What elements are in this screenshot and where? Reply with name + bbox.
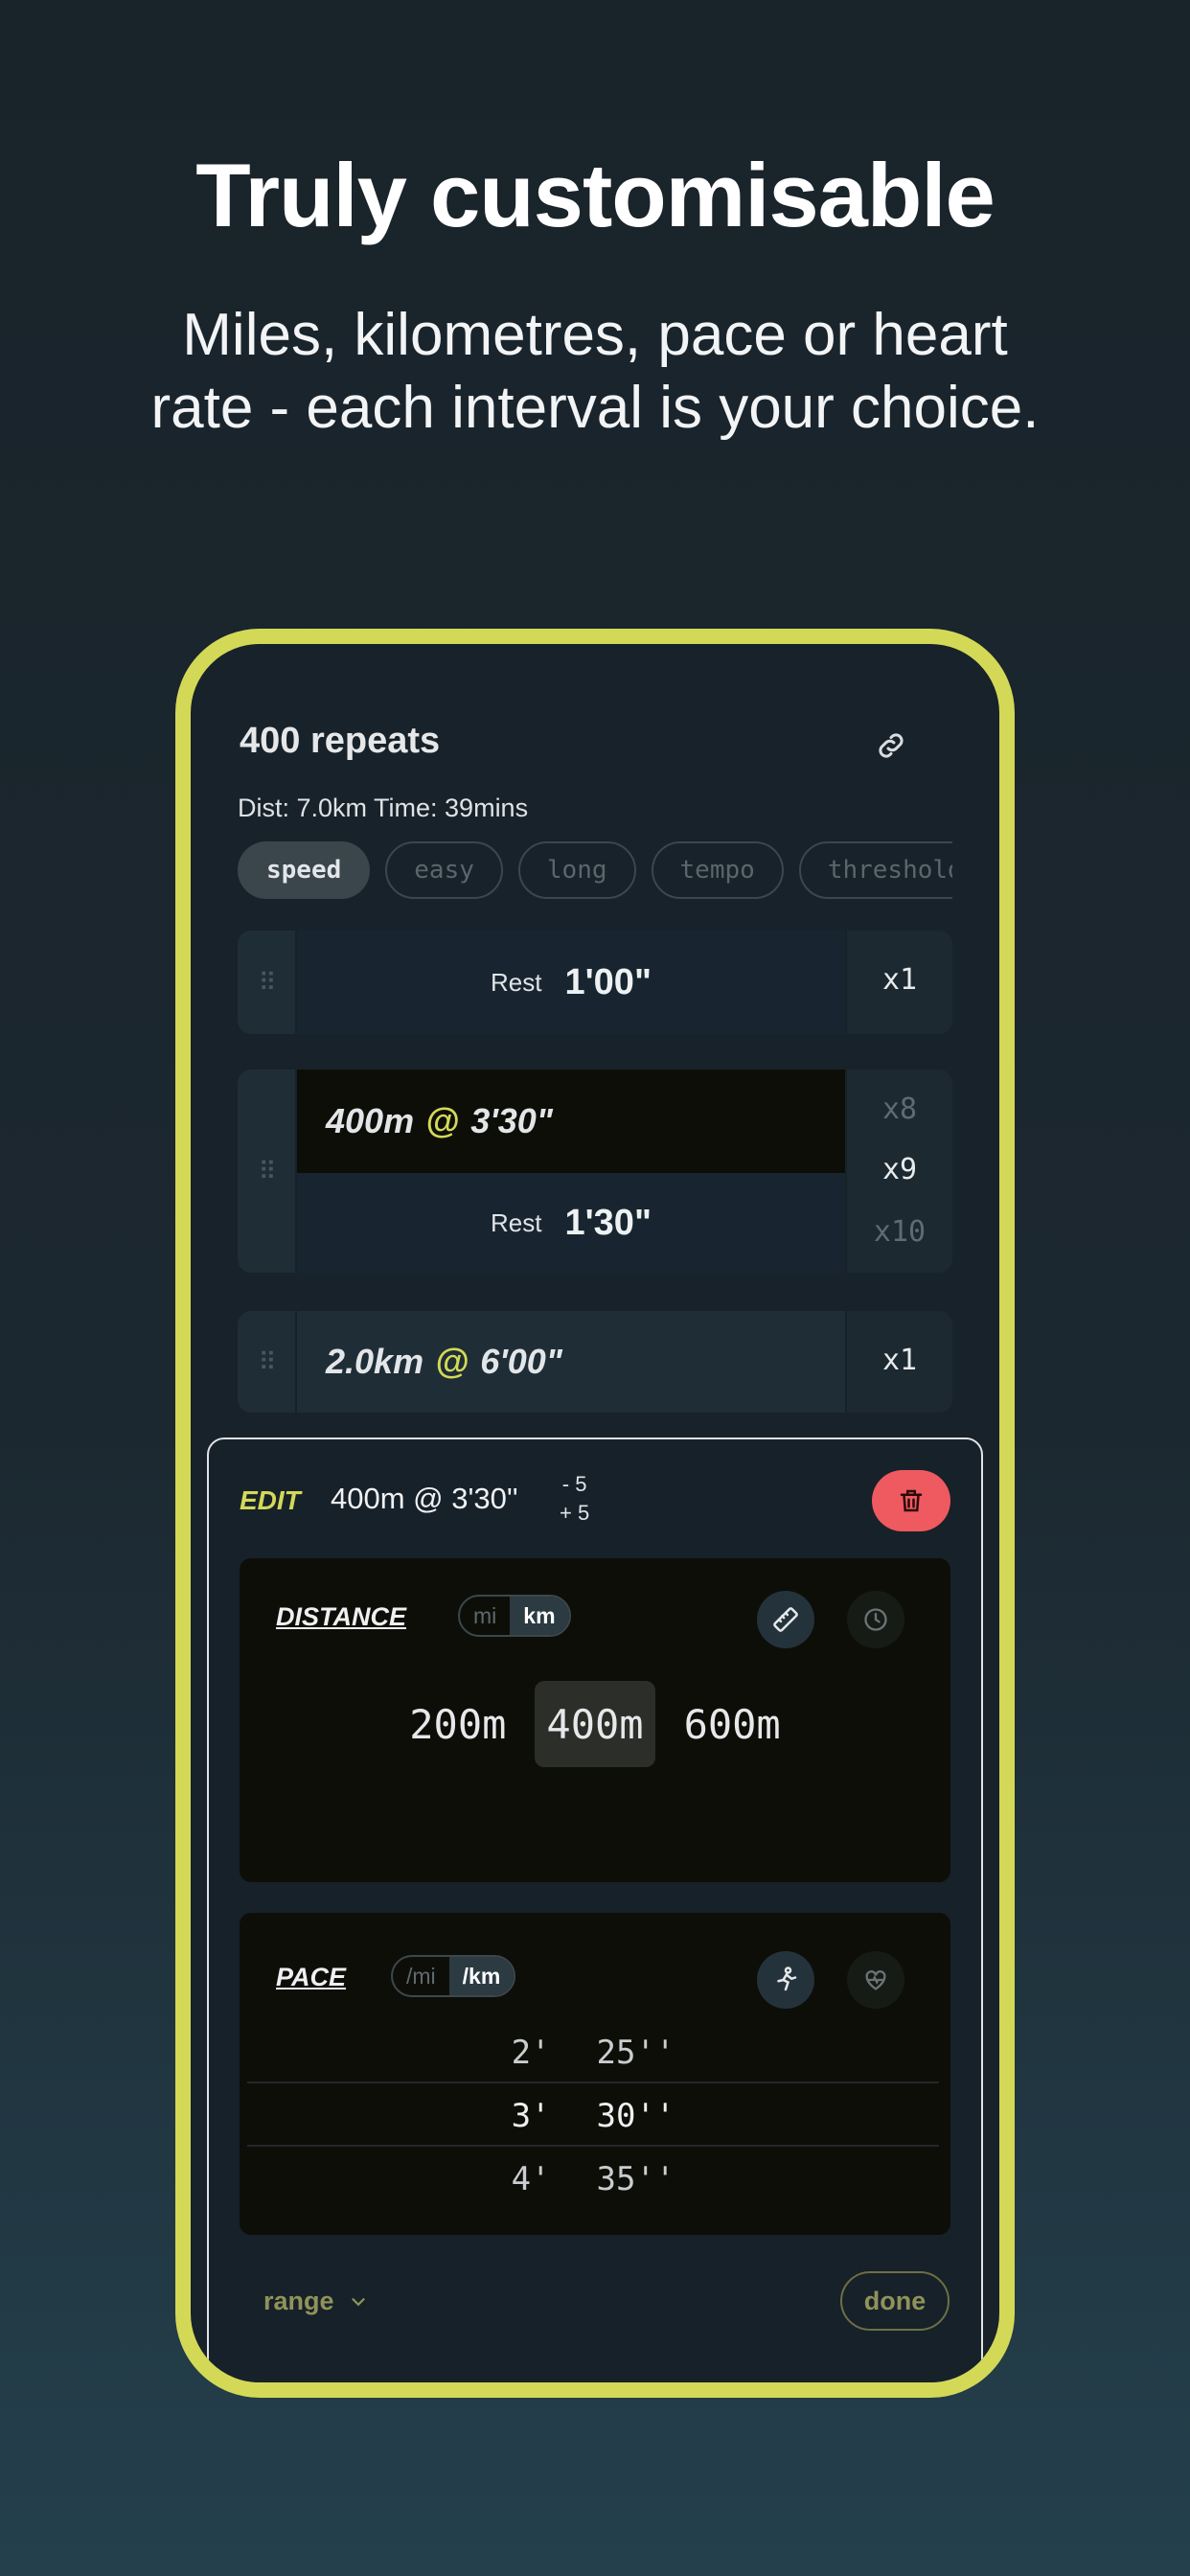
rest-label: Rest: [491, 967, 542, 997]
headline: Truly customisable: [195, 145, 995, 245]
subheadline-line-1: Miles, kilometres, pace or heart: [182, 302, 1008, 368]
step-card-interval[interactable]: ⠿ 2.0km @ 6'00" x1: [238, 1311, 952, 1413]
interval-distance: 2.0km: [326, 1342, 424, 1381]
delete-button[interactable]: [872, 1470, 950, 1531]
unit-per-km[interactable]: /km: [448, 1957, 515, 1995]
rest-value: 1'00": [564, 961, 652, 1002]
range-dropdown[interactable]: range: [263, 2287, 369, 2316]
done-button[interactable]: done: [840, 2271, 950, 2331]
pace-option[interactable]: 4' 35'': [247, 2149, 939, 2210]
tag-easy[interactable]: easy: [385, 841, 503, 899]
multiplier-picker[interactable]: x8 x9 x10: [845, 1070, 952, 1273]
chevron-down-icon: [351, 2297, 365, 2306]
distance-option-selected[interactable]: 400m: [535, 1681, 655, 1767]
pace-option[interactable]: 2' 25'': [247, 2022, 939, 2083]
at-symbol: @: [425, 1101, 460, 1140]
phone-frame: 400 repeats Dist: 7.0km Time: 39mins spe…: [175, 629, 1015, 2398]
distance-unit-toggle[interactable]: mi km: [458, 1595, 571, 1637]
pace-option-selected[interactable]: 3' 30'': [247, 2085, 939, 2147]
distance-label: DISTANCE: [276, 1602, 407, 1631]
rest-row: Rest 1'00": [297, 931, 845, 1034]
tag-tempo[interactable]: tempo: [651, 841, 784, 899]
clock-icon[interactable]: [847, 1591, 904, 1648]
rest-value: 1'30": [564, 1202, 652, 1243]
multiplier-picker[interactable]: x1: [845, 1311, 952, 1413]
drag-handle-icon[interactable]: ⠿: [238, 1070, 297, 1273]
heart-rate-icon[interactable]: [847, 1951, 904, 2009]
pace-seconds: 35'': [596, 2160, 675, 2198]
subheadline-line-2: rate - each interval is your choice.: [150, 375, 1040, 441]
tag-threshold[interactable]: threshold: [798, 841, 952, 899]
tag-long[interactable]: long: [517, 841, 636, 899]
pace-label: PACE: [276, 1963, 347, 1991]
rest-row[interactable]: Rest 1'30": [297, 1173, 845, 1273]
distance-option[interactable]: 200m: [398, 1681, 517, 1767]
multiplier-selected[interactable]: x9: [847, 1153, 952, 1186]
trash-icon: [900, 1489, 923, 1512]
multiplier-value[interactable]: x1: [847, 963, 952, 997]
rest-label: Rest: [491, 1208, 542, 1237]
unit-per-mi[interactable]: /mi: [393, 1957, 449, 1995]
range-label: range: [263, 2287, 334, 2315]
unit-km[interactable]: km: [510, 1597, 569, 1635]
runner-icon[interactable]: [757, 1951, 814, 2009]
pace-minutes: 2': [511, 2034, 551, 2072]
multiplier-option[interactable]: x8: [847, 1092, 952, 1126]
workout-meta: Dist: 7.0km Time: 39mins: [238, 794, 529, 822]
interval-pace: 6'00": [480, 1342, 562, 1381]
distance-section: DISTANCE mi km 200m 400m 600m: [240, 1558, 950, 1882]
pace-minutes: 3': [511, 2097, 551, 2135]
workout-title: 400 repeats: [240, 721, 441, 761]
unit-mi[interactable]: mi: [460, 1597, 510, 1635]
interval-pace: 3'30": [470, 1101, 553, 1140]
interval-row[interactable]: 400m @ 3'30": [297, 1070, 845, 1173]
edit-summary: 400m @ 3'30'': [331, 1482, 518, 1515]
multiplier-option[interactable]: x10: [847, 1215, 952, 1249]
multiplier-picker[interactable]: x1: [845, 931, 952, 1034]
distance-option[interactable]: 600m: [673, 1681, 792, 1767]
tag-list: speed easy long tempo threshold: [238, 841, 952, 899]
step-adjust: - 5 + 5: [560, 1470, 589, 1528]
multiplier-value[interactable]: x1: [847, 1344, 952, 1377]
pace-seconds: 30'': [596, 2097, 675, 2135]
edit-tag: EDIT: [240, 1485, 301, 1515]
distance-picker[interactable]: 200m 400m 600m: [240, 1681, 950, 1767]
pace-minutes: 4': [511, 2160, 551, 2198]
step-card-repeat[interactable]: ⠿ 400m @ 3'30" Rest 1'30" x8 x9 x10: [238, 1070, 952, 1273]
step-card-rest[interactable]: ⠿ Rest 1'00" x1: [238, 931, 952, 1034]
interval-row[interactable]: 2.0km @ 6'00": [297, 1311, 845, 1413]
tag-speed[interactable]: speed: [238, 841, 371, 899]
subheadline: Miles, kilometres, pace or heart rate - …: [0, 299, 1190, 445]
step-up-button[interactable]: + 5: [560, 1499, 589, 1528]
link-icon[interactable]: [862, 721, 920, 770]
ruler-icon[interactable]: [757, 1591, 814, 1648]
pace-section: PACE /mi /km 2' 25'' 3' 30'' 4' 35'': [240, 1913, 950, 2235]
drag-handle-icon[interactable]: ⠿: [238, 1311, 297, 1413]
step-down-button[interactable]: - 5: [560, 1470, 589, 1499]
drag-handle-icon[interactable]: ⠿: [238, 931, 297, 1034]
picker-divider: [247, 2145, 939, 2147]
pace-unit-toggle[interactable]: /mi /km: [391, 1955, 516, 1997]
interval-distance: 400m: [326, 1101, 415, 1140]
at-symbol: @: [435, 1342, 469, 1381]
picker-divider: [247, 2082, 939, 2083]
pace-seconds: 25'': [596, 2034, 675, 2072]
